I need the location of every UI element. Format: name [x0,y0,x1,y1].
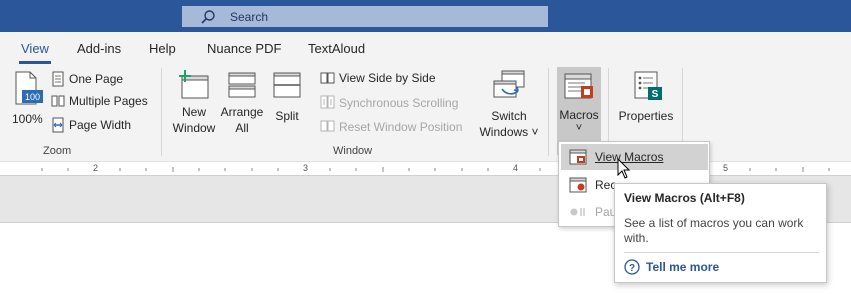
tab-help[interactable]: Help [149,41,176,56]
new-window-icon [179,70,209,99]
pause-icon [570,208,585,216]
view-side-by-side-button[interactable]: View Side by Side [320,71,436,85]
reset-window-position-label: Reset Window Position [339,119,463,134]
zoom-100-label: 100% [12,112,43,126]
svg-text:?: ? [629,263,635,274]
title-bar: Search [0,0,851,32]
search-icon [201,9,215,24]
sync-scroll-icon [320,95,335,109]
split-icon [273,72,301,98]
page-width-icon [52,117,64,133]
arrange-all-label-2: All [235,121,249,135]
properties-icon: S [634,71,662,100]
multiple-pages-icon [51,95,65,107]
arrange-all-button[interactable]: Arrange All [219,68,265,138]
menu-item-view-macros[interactable]: View Macros [561,144,708,170]
macros-label: Macros [559,108,599,122]
window-group-label: Window [333,145,373,157]
tell-me-more-label: Tell me more [646,260,720,274]
help-icon: ? [624,259,640,275]
page-width-button[interactable]: Page Width [51,117,131,133]
switch-windows-label-2: Windows ˅ [479,125,539,139]
view-side-by-side-label: View Side by Side [339,71,436,85]
switch-windows-icon [493,70,525,98]
zoom-100-icon: 100 [15,71,43,105]
tab-textaloud[interactable]: TextAloud [308,41,365,56]
split-button[interactable]: Split [268,68,306,138]
one-page-label: One Page [69,72,124,86]
record-macro-icon [569,177,587,193]
tab-nuance-pdf[interactable]: Nuance PDF [207,41,281,56]
arrange-all-icon [228,72,256,98]
new-window-button[interactable]: New Window [170,68,218,138]
svg-text:S: S [652,89,659,100]
zoom-100-button[interactable]: 100 100% [10,70,44,132]
tooltip-divider [624,252,819,253]
page-width-label: Page Width [69,118,132,132]
split-label: Split [275,109,299,123]
view-macros-tooltip: View Macros (Alt+F8) See a list of macro… [614,183,827,283]
horizontal-ruler[interactable]: 2 3 4 5 [0,162,851,176]
search-box[interactable]: Search [182,6,548,27]
zoom-group-label: Zoom [43,145,72,157]
reset-window-icon [320,120,335,132]
word-window: Search View Add-ins Help Nuance PDF Text… [0,0,851,304]
tab-view[interactable]: View [21,41,49,56]
reset-window-position-button[interactable]: Reset Window Position [320,119,462,134]
multiple-pages-label: Multiple Pages [69,94,148,108]
properties-button[interactable]: S Properties [616,68,676,138]
switch-windows-button[interactable]: Switch Windows ˅ [477,68,541,139]
chevron-down-icon: ˅ [575,122,583,134]
switch-windows-label-1: Switch [491,109,527,123]
new-window-label-2: Window [172,121,216,135]
zoom-icon-text: 100 [25,92,40,102]
view-macros-icon [569,149,587,165]
multiple-pages-button[interactable]: Multiple Pages [51,94,148,108]
tell-me-more-link[interactable]: ? Tell me more [624,259,719,275]
one-page-icon [52,71,64,87]
side-by-side-icon [320,72,335,84]
synchronous-scrolling-label: Synchronous Scrolling [339,95,459,110]
new-window-label-1: New [181,105,206,119]
arrange-all-label-1: Arrange [220,105,264,119]
group-separator [161,68,162,156]
mouse-cursor-icon [617,158,631,179]
macros-icon [564,73,593,99]
ribbon-tabs: View Add-ins Help Nuance PDF TextAloud [0,32,851,64]
tab-add-ins[interactable]: Add-ins [77,41,121,56]
one-page-button[interactable]: One Page [51,71,123,87]
ribbon: 100 100% One Page Multiple Pages Page Wi… [0,64,851,162]
properties-label: Properties [618,109,674,123]
group-separator [548,68,549,156]
search-placeholder: Search [230,9,269,24]
synchronous-scrolling-button[interactable]: Synchronous Scrolling [320,95,458,110]
tooltip-title: View Macros (Alt+F8) [624,191,745,205]
ruler-ticks [41,167,830,172]
tooltip-description: See a list of macros you can work with. [624,216,804,245]
